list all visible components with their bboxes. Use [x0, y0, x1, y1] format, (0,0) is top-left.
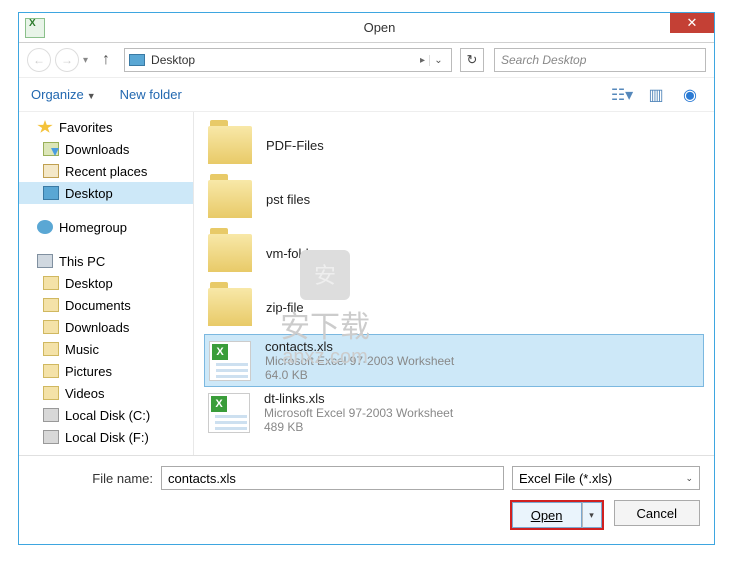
excel-icon — [208, 393, 250, 433]
organize-menu[interactable]: Organize▼ — [31, 87, 96, 102]
sidebar-item-videos[interactable]: Videos — [19, 382, 193, 404]
address-dropdown[interactable]: ⌄ — [429, 55, 447, 66]
star-icon — [37, 120, 53, 134]
file-item[interactable]: contacts.xlsMicrosoft Excel 97-2003 Work… — [204, 334, 704, 387]
desktop-icon — [43, 186, 59, 200]
disk-icon — [43, 408, 59, 422]
back-button[interactable]: ← — [27, 48, 51, 72]
sidebar-item-disk-c[interactable]: Local Disk (C:) — [19, 404, 193, 426]
sidebar-homegroup[interactable]: Homegroup — [19, 216, 193, 238]
sidebar-item-pc-desktop[interactable]: Desktop — [19, 272, 193, 294]
open-dialog: Open ✕ ← → ▾ ↑ Desktop ▸ ⌄ ↻ Search Desk… — [18, 12, 715, 545]
sidebar-item-pictures[interactable]: Pictures — [19, 360, 193, 382]
folder-icon — [43, 386, 59, 400]
help-button[interactable]: ◉ — [678, 85, 702, 105]
footer: File name: Excel File (*.xls)⌄ Open ▾ Ca… — [19, 455, 714, 544]
folder-icon — [208, 126, 252, 164]
folder-item[interactable]: vm-folder — [204, 226, 704, 280]
close-button[interactable]: ✕ — [670, 13, 714, 33]
location-text: Desktop — [151, 53, 416, 67]
new-folder-button[interactable]: New folder — [120, 87, 182, 102]
toolbar: Organize▼ New folder ☷▾ ▥ ◉ — [19, 77, 714, 111]
titlebar: Open ✕ — [19, 13, 714, 43]
folder-icon — [43, 364, 59, 378]
sidebar-item-downloads[interactable]: Downloads — [19, 138, 193, 160]
folder-icon — [43, 320, 59, 334]
homegroup-icon — [37, 220, 53, 234]
open-button[interactable]: Open — [512, 502, 582, 528]
folder-icon — [43, 276, 59, 290]
refresh-button[interactable]: ↻ — [460, 48, 484, 72]
location-icon — [129, 54, 145, 66]
folder-item[interactable]: pst files — [204, 172, 704, 226]
cancel-button[interactable]: Cancel — [614, 500, 700, 526]
sidebar-favorites[interactable]: Favorites — [19, 116, 193, 138]
sidebar-item-pc-downloads[interactable]: Downloads — [19, 316, 193, 338]
up-button[interactable]: ↑ — [96, 48, 116, 72]
search-input[interactable]: Search Desktop — [494, 48, 706, 72]
chevron-right-icon: ▸ — [416, 55, 429, 66]
folder-icon — [208, 180, 252, 218]
file-type-filter[interactable]: Excel File (*.xls)⌄ — [512, 466, 700, 490]
forward-button[interactable]: → — [55, 48, 79, 72]
folder-icon — [43, 342, 59, 356]
file-item[interactable]: dt-links.xlsMicrosoft Excel 97-2003 Work… — [204, 387, 704, 438]
sidebar-item-recent[interactable]: Recent places — [19, 160, 193, 182]
nav-bar: ← → ▾ ↑ Desktop ▸ ⌄ ↻ Search Desktop — [19, 43, 714, 77]
folder-icon — [208, 234, 252, 272]
recent-icon — [43, 164, 59, 178]
sidebar: Favorites Downloads Recent places Deskto… — [19, 112, 194, 455]
open-dropdown[interactable]: ▾ — [582, 502, 602, 528]
open-button-highlight: Open ▾ — [510, 500, 604, 530]
sidebar-thispc[interactable]: This PC — [19, 250, 193, 272]
folder-icon — [43, 298, 59, 312]
file-list: PDF-Files pst files vm-folder zip-file c… — [194, 112, 714, 455]
folder-item[interactable]: zip-file — [204, 280, 704, 334]
app-icon — [25, 18, 45, 38]
sidebar-item-desktop[interactable]: Desktop — [19, 182, 193, 204]
folder-item[interactable]: PDF-Files — [204, 118, 704, 172]
filename-input[interactable] — [161, 466, 504, 490]
filename-label: File name: — [33, 471, 153, 486]
pc-icon — [37, 254, 53, 268]
address-bar[interactable]: Desktop ▸ ⌄ — [124, 48, 452, 72]
window-title: Open — [45, 20, 714, 35]
view-options-button[interactable]: ☷▾ — [610, 85, 634, 105]
excel-icon — [209, 341, 251, 381]
downloads-icon — [43, 142, 59, 156]
sidebar-item-documents[interactable]: Documents — [19, 294, 193, 316]
sidebar-item-disk-f[interactable]: Local Disk (F:) — [19, 426, 193, 448]
preview-pane-button[interactable]: ▥ — [644, 85, 668, 105]
sidebar-item-music[interactable]: Music — [19, 338, 193, 360]
disk-icon — [43, 430, 59, 444]
folder-icon — [208, 288, 252, 326]
